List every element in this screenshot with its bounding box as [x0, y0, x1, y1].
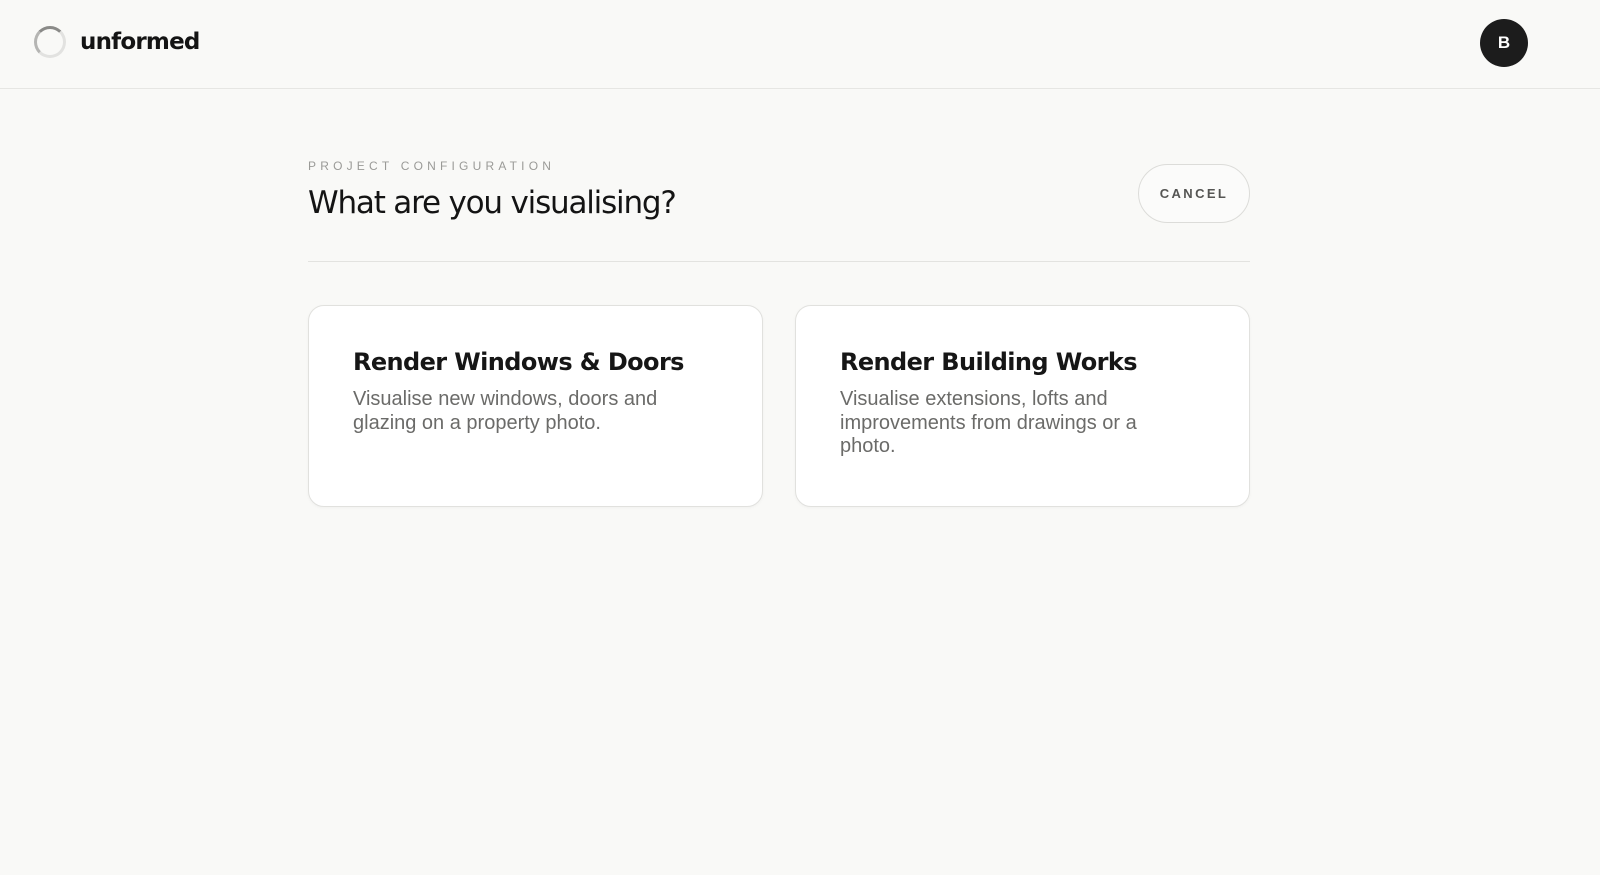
spinner-logo-icon [34, 26, 66, 58]
cancel-button[interactable]: CANCEL [1138, 164, 1250, 223]
option-card-building-works[interactable]: Render Building Works Visualise extensio… [795, 305, 1250, 507]
top-bar: unformed B [0, 0, 1600, 89]
page-title: What are you visualising? [308, 185, 677, 221]
option-card-windows-doors[interactable]: Render Windows & Doors Visualise new win… [308, 305, 763, 507]
option-card-title: Render Windows & Doors [353, 348, 684, 376]
option-card-description: Visualise new windows, doors and glazing… [353, 388, 658, 434]
option-card-title: Render Building Works [840, 348, 1138, 376]
brand-logo[interactable]: unformed [34, 24, 200, 60]
header-divider [308, 261, 1250, 262]
option-card-description: Visualise extensions, lofts and improvem… [840, 388, 1137, 457]
section-eyebrow: PROJECT CONFIGURATION [308, 159, 556, 173]
brand-name: unformed [80, 29, 200, 55]
user-avatar[interactable]: B [1480, 19, 1528, 67]
